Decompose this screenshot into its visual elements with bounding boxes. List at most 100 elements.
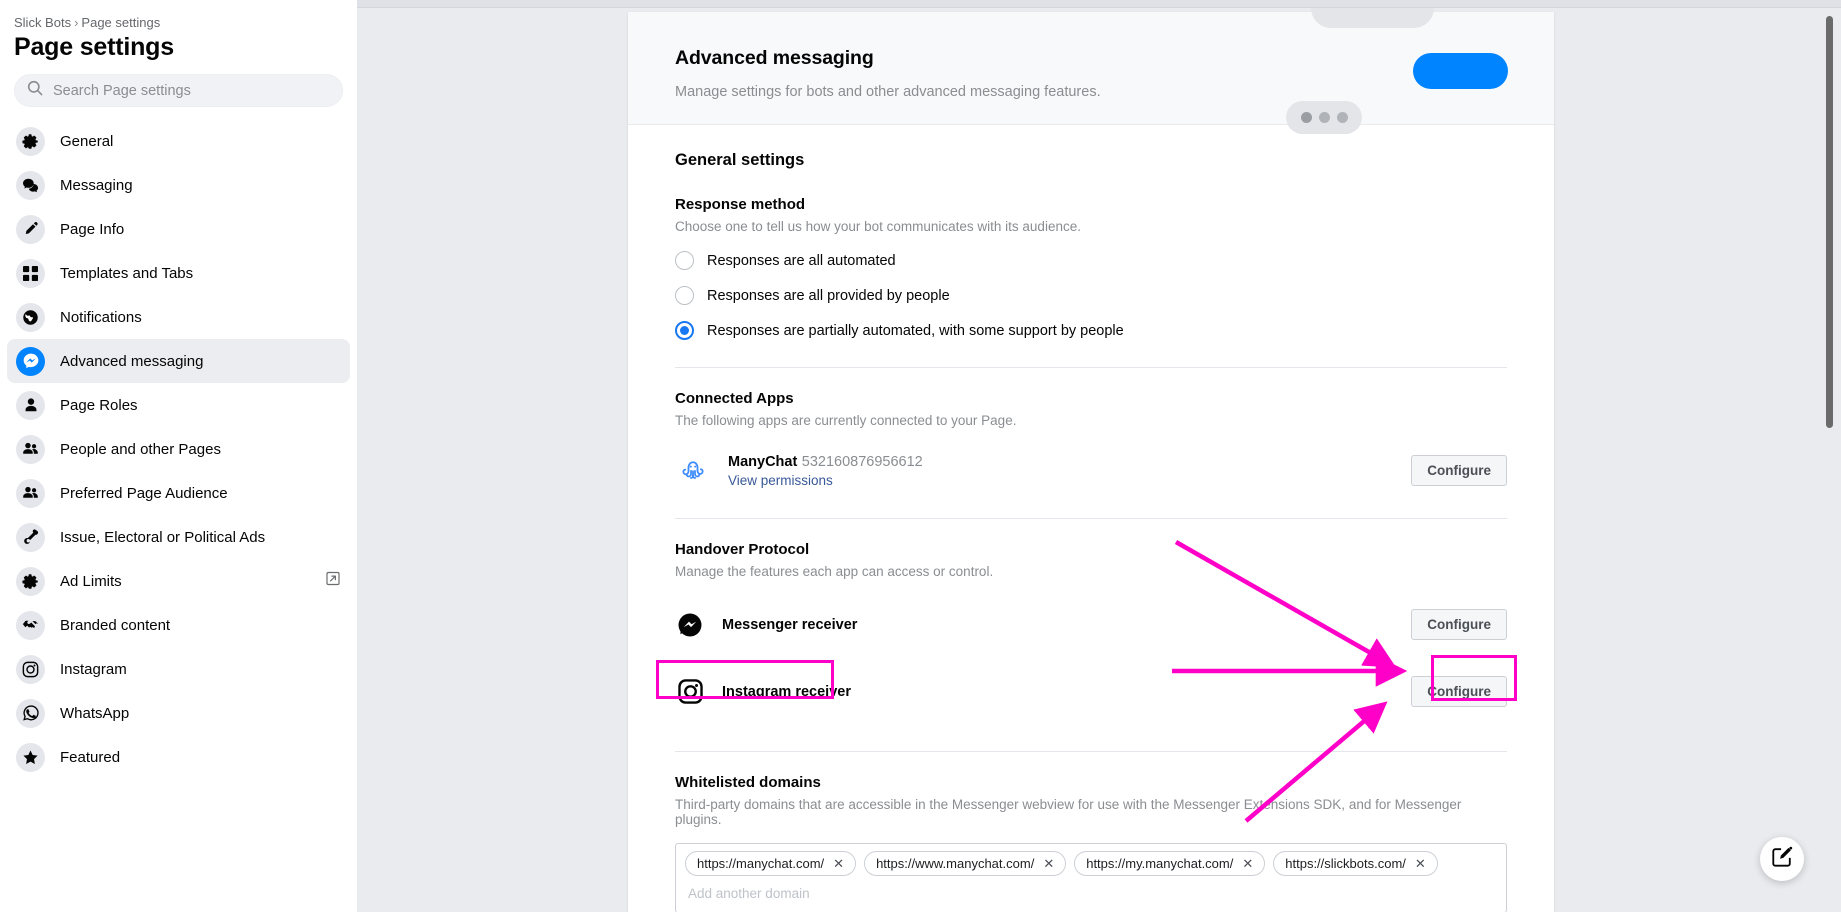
connected-app-name: ManyChat	[728, 453, 798, 470]
typing-dot	[1318, 112, 1330, 123]
instagram-icon	[675, 677, 705, 707]
response-method-description: Choose one to tell us how your bot commu…	[675, 219, 1081, 234]
whitelisted-domains-section: Whitelisted domains Third-party domains …	[675, 774, 1507, 912]
domain-chip-label: https://my.manychat.com/	[1086, 856, 1234, 871]
remove-domain-icon[interactable]: ✕	[1043, 857, 1054, 870]
domain-chip-label: https://www.manychat.com/	[876, 856, 1035, 871]
domain-chip: https://my.manychat.com/ ✕	[1074, 851, 1266, 876]
sidebar-item-page-info[interactable]: Page Info	[7, 207, 350, 251]
sidebar-item-advanced-messaging[interactable]: Advanced messaging	[7, 339, 350, 383]
section-divider	[675, 367, 1507, 368]
search-icon	[27, 80, 43, 101]
sidebar-item-label: General	[60, 132, 114, 150]
view-permissions-link[interactable]: View permissions	[728, 473, 1411, 488]
add-domain-input[interactable]	[685, 876, 1497, 903]
sidebar-item-templates-and-tabs[interactable]: Templates and Tabs	[7, 251, 350, 295]
radio-button-selected[interactable]	[675, 321, 694, 340]
radio-option-all-by-people[interactable]: Responses are all provided by people	[675, 283, 1507, 308]
handover-protocol-description: Manage the features each app can access …	[675, 564, 994, 579]
card-header: Advanced messaging Manage settings for b…	[628, 8, 1554, 134]
domain-chip: https://manychat.com/ ✕	[685, 851, 857, 876]
receiver-name: Messenger receiver	[722, 616, 858, 633]
connected-apps-description: The following apps are currently connect…	[675, 413, 1017, 428]
sidebar-item-notifications[interactable]: Notifications	[7, 295, 350, 339]
section-divider	[675, 518, 1507, 519]
settings-sidebar: Slick Bots›Page settings Page settings G…	[0, 0, 357, 912]
domain-chip: https://slickbots.com/ ✕	[1273, 851, 1438, 876]
configure-messenger-receiver-button[interactable]: Configure	[1411, 609, 1507, 640]
receiver-row-messenger: Messenger receiver Configure	[675, 609, 1507, 640]
external-link-icon[interactable]	[326, 571, 340, 591]
whitelisted-domains-input-box[interactable]: https://manychat.com/ ✕ https://www.many…	[675, 843, 1507, 912]
breadcrumb-parent[interactable]: Slick Bots	[14, 15, 71, 30]
whitelisted-domains-description: Third-party domains that are accessible …	[675, 797, 1462, 827]
top-bar-strip	[357, 0, 1841, 8]
handshake-icon	[16, 610, 45, 640]
remove-domain-icon[interactable]: ✕	[1242, 857, 1253, 870]
sidebar-item-label: Preferred Page Audience	[60, 484, 228, 502]
sidebar-item-label: Issue, Electoral or Political Ads	[60, 528, 266, 546]
sidebar-item-general[interactable]: General	[7, 119, 350, 163]
section-divider	[675, 751, 1507, 752]
response-method-radio-group: Responses are all automated Responses ar…	[675, 248, 1507, 343]
search-box[interactable]	[14, 74, 343, 107]
sidebar-item-instagram[interactable]: Instagram	[7, 647, 350, 691]
configure-manychat-button[interactable]: Configure	[1411, 454, 1507, 486]
radio-label: Responses are all provided by people	[707, 287, 950, 304]
remove-domain-icon[interactable]: ✕	[833, 857, 844, 870]
megaphone-icon	[16, 522, 45, 552]
breadcrumb-separator: ›	[74, 15, 79, 30]
sidebar-item-messaging[interactable]: Messaging	[7, 163, 350, 207]
pencil-icon	[16, 214, 45, 244]
connected-app-row: ManyChat 532160876956612 View permission…	[675, 452, 1507, 488]
domain-chip-list: https://manychat.com/ ✕ https://www.many…	[685, 851, 1497, 876]
search-input[interactable]	[51, 81, 330, 100]
sidebar-item-preferred-page-audience[interactable]: Preferred Page Audience	[7, 471, 350, 515]
sidebar-item-whatsapp[interactable]: WhatsApp	[7, 691, 350, 735]
handover-protocol-section: Handover Protocol Manage the features ea…	[656, 541, 1517, 707]
advanced-messaging-card: Advanced messaging Manage settings for b…	[628, 8, 1554, 912]
chat-bubble-placeholder-gray	[1311, 8, 1434, 28]
sidebar-item-ad-limits[interactable]: Ad Limits	[7, 559, 350, 603]
card-title: Advanced messaging	[675, 47, 874, 69]
globe-icon	[16, 302, 45, 332]
sidebar-item-label: People and other Pages	[60, 440, 221, 458]
response-method-heading: Response method	[675, 196, 806, 213]
remove-domain-icon[interactable]: ✕	[1415, 857, 1426, 870]
person-icon	[16, 390, 45, 420]
page-root: Slick Bots›Page settings Page settings G…	[0, 0, 1841, 912]
sidebar-item-branded-content[interactable]: Branded content	[7, 603, 350, 647]
domain-chip-label: https://manychat.com/	[697, 856, 825, 871]
typing-indicator-placeholder	[1286, 101, 1362, 134]
sidebar-item-featured[interactable]: Featured	[7, 735, 350, 779]
sidebar-item-label: Notifications	[60, 308, 142, 326]
page-title: Page settings	[14, 33, 174, 61]
messenger-icon	[675, 610, 705, 640]
gear-icon	[16, 566, 45, 596]
manychat-octopus-icon	[675, 452, 711, 488]
vertical-scrollbar[interactable]	[1826, 16, 1833, 428]
domain-chip: https://www.manychat.com/ ✕	[864, 851, 1067, 876]
compose-fab-button[interactable]	[1760, 837, 1804, 881]
chat-bubbles-icon	[16, 170, 45, 200]
radio-option-partially-automated[interactable]: Responses are partially automated, with …	[675, 318, 1507, 343]
sidebar-item-people-and-other-pages[interactable]: People and other Pages	[7, 427, 350, 471]
breadcrumb: Slick Bots › Page settings	[0, 0, 357, 31]
card-subtitle: Manage settings for bots and other advan…	[675, 84, 1101, 100]
receiver-name: Instagram receiver	[722, 683, 851, 700]
people-icon	[16, 478, 45, 508]
sidebar-item-issue-electoral-or-political-ads[interactable]: Issue, Electoral or Political Ads	[7, 515, 350, 559]
sidebar-item-label: Branded content	[60, 616, 171, 634]
star-icon	[16, 742, 45, 772]
sidebar-item-label: Templates and Tabs	[60, 264, 194, 282]
radio-button[interactable]	[675, 286, 694, 305]
sidebar-item-page-roles[interactable]: Page Roles	[7, 383, 350, 427]
gear-icon	[16, 126, 45, 156]
sidebar-item-label: Featured	[60, 748, 121, 766]
connected-apps-heading: Connected Apps	[675, 390, 794, 407]
radio-button[interactable]	[675, 251, 694, 270]
sidebar-item-label: Messaging	[60, 176, 133, 194]
radio-option-all-automated[interactable]: Responses are all automated	[675, 248, 1507, 273]
sidebar-item-label: Advanced messaging	[60, 352, 204, 370]
configure-instagram-receiver-button[interactable]: Configure	[1411, 676, 1507, 707]
